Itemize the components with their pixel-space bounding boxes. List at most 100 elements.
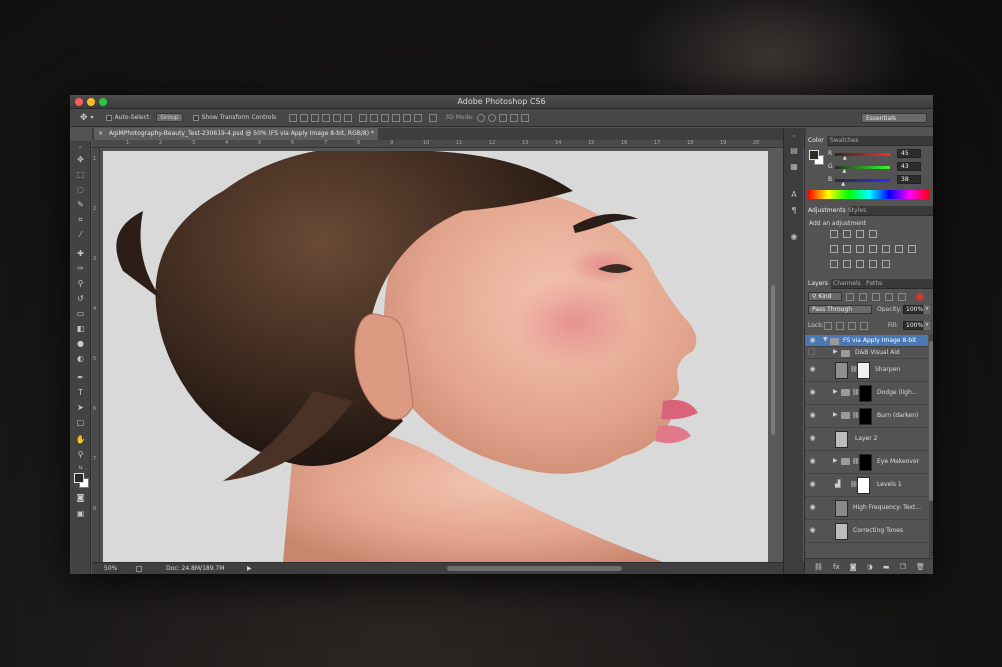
- levels-icon[interactable]: [843, 230, 851, 238]
- properties-panel-icon[interactable]: ▦: [789, 162, 799, 171]
- green-slider[interactable]: G ▲ 43: [828, 162, 921, 174]
- distribute-left-icon[interactable]: [392, 113, 401, 122]
- history-panel-icon[interactable]: ▤: [789, 146, 799, 155]
- move-tool-icon[interactable]: ✥: [75, 155, 86, 165]
- toolbox-collapse-icon[interactable]: »: [75, 143, 86, 153]
- layer-mask-thumbnail[interactable]: [859, 385, 872, 402]
- layer-row[interactable]: ◉ ▟ ⛓ Levels 1: [805, 474, 928, 497]
- channel-mixer-icon[interactable]: [895, 245, 903, 253]
- visibility-eye-icon[interactable]: ◉: [808, 457, 817, 466]
- dodge-tool-icon[interactable]: ◐: [75, 354, 86, 364]
- tab-paths[interactable]: Paths: [863, 279, 885, 289]
- foreground-color-swatch[interactable]: [74, 473, 84, 483]
- threshold-icon[interactable]: [856, 260, 864, 268]
- layer-mask-thumbnail[interactable]: [859, 454, 872, 471]
- red-slider[interactable]: R ▲ 45: [828, 149, 921, 161]
- black-white-icon[interactable]: [869, 245, 877, 253]
- align-bottom-icon[interactable]: [311, 113, 320, 122]
- add-mask-icon[interactable]: ◙: [850, 563, 857, 571]
- selective-color-icon[interactable]: [882, 260, 890, 268]
- layers-scrollbar[interactable]: [929, 335, 933, 557]
- filter-adjustment-icon[interactable]: [859, 293, 867, 301]
- type-tool-icon[interactable]: T: [75, 388, 86, 398]
- visibility-eye-icon[interactable]: ◉: [808, 503, 817, 512]
- distribute-vcenter-icon[interactable]: [370, 113, 379, 122]
- opacity-arrow-icon[interactable]: ▾: [924, 305, 930, 314]
- tab-layers[interactable]: Layers: [805, 279, 831, 289]
- invert-icon[interactable]: [830, 260, 838, 268]
- tab-channels[interactable]: Channels: [830, 279, 864, 289]
- distribute-right-icon[interactable]: [414, 113, 423, 122]
- visibility-off-box[interactable]: [808, 348, 815, 355]
- close-icon[interactable]: ×: [98, 130, 103, 137]
- vertical-scrollbar[interactable]: [771, 285, 775, 435]
- lasso-tool-icon[interactable]: ◌: [75, 185, 86, 195]
- history-brush-tool-icon[interactable]: ↺: [75, 294, 86, 304]
- layer-row[interactable]: ◉ ▶ ⛓ Dodge (ligh...: [805, 382, 928, 405]
- horizontal-ruler[interactable]: 123456789101112131415161718192021: [92, 140, 806, 148]
- align-hcenter-icon[interactable]: [333, 113, 342, 122]
- layer-row[interactable]: ◉ Correcting Tones: [805, 520, 928, 543]
- tab-swatches[interactable]: Swatches: [827, 136, 862, 146]
- color-spectrum-bar[interactable]: [808, 190, 930, 199]
- transform-controls-checkbox[interactable]: [192, 114, 199, 121]
- layer-filter-dropdown[interactable]: ⚲ Kind: [808, 292, 842, 301]
- layer-row[interactable]: ◉ ▶ ⛓ Eye Makeover: [805, 451, 928, 474]
- vertical-ruler[interactable]: 1 2 3 4 5 6 7 8: [92, 148, 100, 564]
- status-menu-arrow-icon[interactable]: ▶: [247, 565, 252, 572]
- tab-color[interactable]: Color: [805, 136, 827, 146]
- layer-row[interactable]: ◉ Layer 2: [805, 428, 928, 451]
- layer-row[interactable]: ◉ ⛓ Sharpen: [805, 359, 928, 382]
- paragraph-panel-icon[interactable]: ¶: [789, 206, 799, 215]
- vibrance-icon[interactable]: [830, 245, 838, 253]
- marquee-tool-icon[interactable]: ⬚: [75, 170, 86, 180]
- clone-stamp-tool-icon[interactable]: ⚲: [75, 279, 86, 289]
- fill-arrow-icon[interactable]: ▾: [924, 321, 930, 330]
- visibility-eye-icon[interactable]: ◉: [808, 480, 817, 489]
- actions-panel-icon[interactable]: ◉: [789, 232, 799, 241]
- curves-icon[interactable]: [856, 230, 864, 238]
- new-layer-icon[interactable]: ❐: [900, 563, 906, 571]
- dock-collapse-icon[interactable]: «: [789, 132, 799, 141]
- quick-mask-icon[interactable]: ◙: [75, 493, 86, 503]
- document-info-icon[interactable]: [136, 566, 142, 572]
- posterize-icon[interactable]: [843, 260, 851, 268]
- filter-type-icon[interactable]: [872, 293, 880, 301]
- gradient-tool-icon[interactable]: ◧: [75, 324, 86, 334]
- pen-tool-icon[interactable]: ✒: [75, 373, 86, 383]
- document-tab[interactable]: × AgiMPhotography-Beauty_Test-230619-4.p…: [94, 128, 378, 140]
- distribute-top-icon[interactable]: [359, 113, 368, 122]
- expand-triangle-icon[interactable]: ▶: [833, 388, 838, 395]
- eyedropper-tool-icon[interactable]: ⁄: [75, 230, 86, 240]
- visibility-eye-icon[interactable]: ◉: [808, 388, 817, 397]
- path-select-tool-icon[interactable]: ➤: [75, 403, 86, 413]
- blue-value[interactable]: 38: [897, 175, 921, 184]
- healing-brush-tool-icon[interactable]: ✚: [75, 249, 86, 259]
- lock-position-icon[interactable]: [848, 322, 856, 330]
- red-thumb-icon[interactable]: ▲: [843, 155, 847, 161]
- tab-adjustments[interactable]: Adjustments: [805, 206, 849, 216]
- layer-style-icon[interactable]: fx: [833, 563, 840, 571]
- red-value[interactable]: 45: [897, 149, 921, 158]
- visibility-eye-icon[interactable]: ◉: [808, 411, 817, 420]
- shape-tool-icon[interactable]: ▢: [75, 418, 86, 428]
- expand-triangle-icon[interactable]: ▶: [833, 348, 838, 355]
- screen-mode-icon[interactable]: ▣: [75, 509, 86, 519]
- collapse-triangle-icon[interactable]: ▼: [823, 336, 828, 343]
- fill-value[interactable]: 100%: [903, 321, 923, 330]
- blue-slider[interactable]: B ▲ 38: [828, 175, 921, 187]
- 3d-roll-icon[interactable]: [487, 113, 496, 122]
- filter-shape-icon[interactable]: [885, 293, 893, 301]
- align-top-icon[interactable]: [289, 113, 298, 122]
- layer-row[interactable]: ◉ ▼ FS via Apply Image 8-bit: [805, 335, 928, 347]
- color-lookup-icon[interactable]: [908, 245, 916, 253]
- fg-color-chip[interactable]: [809, 150, 819, 160]
- visibility-eye-icon[interactable]: ◉: [808, 336, 817, 345]
- auto-select-checkbox[interactable]: [105, 114, 112, 121]
- layer-mask-thumbnail[interactable]: [857, 362, 870, 379]
- hue-saturation-icon[interactable]: [843, 245, 851, 253]
- color-balance-icon[interactable]: [856, 245, 864, 253]
- expand-triangle-icon[interactable]: ▶: [833, 411, 838, 418]
- exposure-icon[interactable]: [869, 230, 877, 238]
- new-group-icon[interactable]: ▬: [883, 563, 890, 571]
